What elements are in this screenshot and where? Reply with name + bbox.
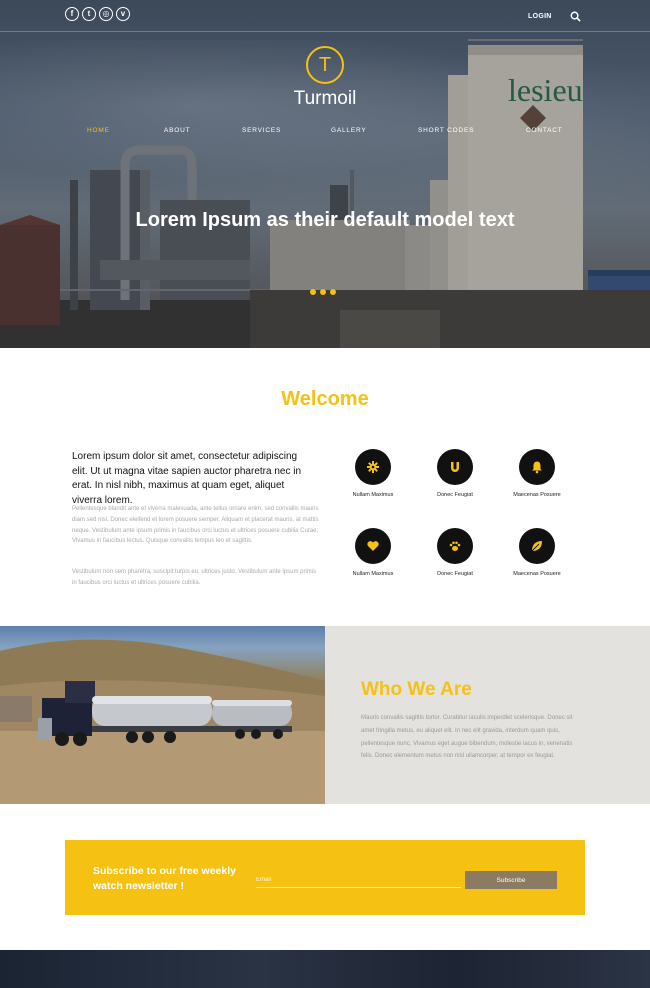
hero-title: Lorem Ipsum as their default model text [135,209,515,231]
welcome-title: Welcome [281,388,369,410]
nav-item-about[interactable]: ABOUT [164,127,190,134]
who-we-are-title: Who We Are [361,679,472,700]
welcome-lead: Lorem ipsum dolor sit amet, consectetur … [72,451,302,506]
slider-dot[interactable] [310,289,316,295]
twitter-icon[interactable]: t [82,7,96,21]
instagram-icon[interactable]: ◎ [99,7,113,21]
bell-icon [519,449,555,485]
footer-image-strip [0,950,650,988]
feature-label: Maecenas Posuere [513,571,561,577]
feature-item: Maecenas Posuere [492,449,582,498]
feature-item: Donec Feugiat [410,528,500,577]
subscribe-button[interactable]: Subscribe [465,871,557,889]
feature-item: Nullam Maximus [328,449,418,498]
welcome-paragraph: Pellentesque blandit ante et viverra mal… [72,506,319,545]
feature-item: Donec Feugiat [410,449,500,498]
feature-label: Donec Feugiat [437,571,473,577]
nav-item-gallery[interactable]: GALLERY [331,127,366,134]
slider-dot[interactable] [320,289,326,295]
social-links: f t ◎ v [65,7,130,21]
who-we-are-text: Mauris convallis sagittis tortor. Curabi… [361,715,573,760]
nav-item-home[interactable]: HOME [87,127,110,134]
heart-icon [355,528,391,564]
feature-item: Nullam Maximus [328,528,418,577]
email-input[interactable] [256,872,461,888]
feature-label: Donec Feugiat [437,492,473,498]
truck-image [0,626,325,804]
feature-label: Maecenas Posuere [513,492,561,498]
gear-icon [355,449,391,485]
paw-icon [437,528,473,564]
main-nav: HOME ABOUT SERVICES GALLERY SHORT CODES … [0,127,650,137]
feature-label: Nullam Maximus [352,492,394,498]
vimeo-icon[interactable]: v [116,7,130,21]
logo-mark[interactable]: T [306,46,344,84]
nav-item-contact[interactable]: CONTACT [526,127,563,134]
slider-dots [310,289,336,295]
leaf-icon [519,528,555,564]
nav-item-short-codes[interactable]: SHORT CODES [418,127,474,134]
feature-label: Nullam Maximus [352,571,394,577]
top-bar: f t ◎ v LOGIN [0,0,650,32]
feature-item: Maecenas Posuere [492,528,582,577]
login-link[interactable]: LOGIN [528,13,552,20]
hero-section: lesieu f t ◎ v LOGIN T Turmoil HOME ABOU… [0,0,650,348]
search-icon[interactable] [570,11,581,22]
welcome-paragraph: Vestibulum non sem pharetra, suscipit tu… [72,569,317,586]
nav-item-services[interactable]: SERVICES [242,127,281,134]
magnet-icon [437,449,473,485]
slider-dot[interactable] [330,289,336,295]
facebook-icon[interactable]: f [65,7,79,21]
brand-name[interactable]: Turmoil [0,88,650,110]
newsletter-text: Subscribe to our free weekly watch newsl… [93,865,236,892]
